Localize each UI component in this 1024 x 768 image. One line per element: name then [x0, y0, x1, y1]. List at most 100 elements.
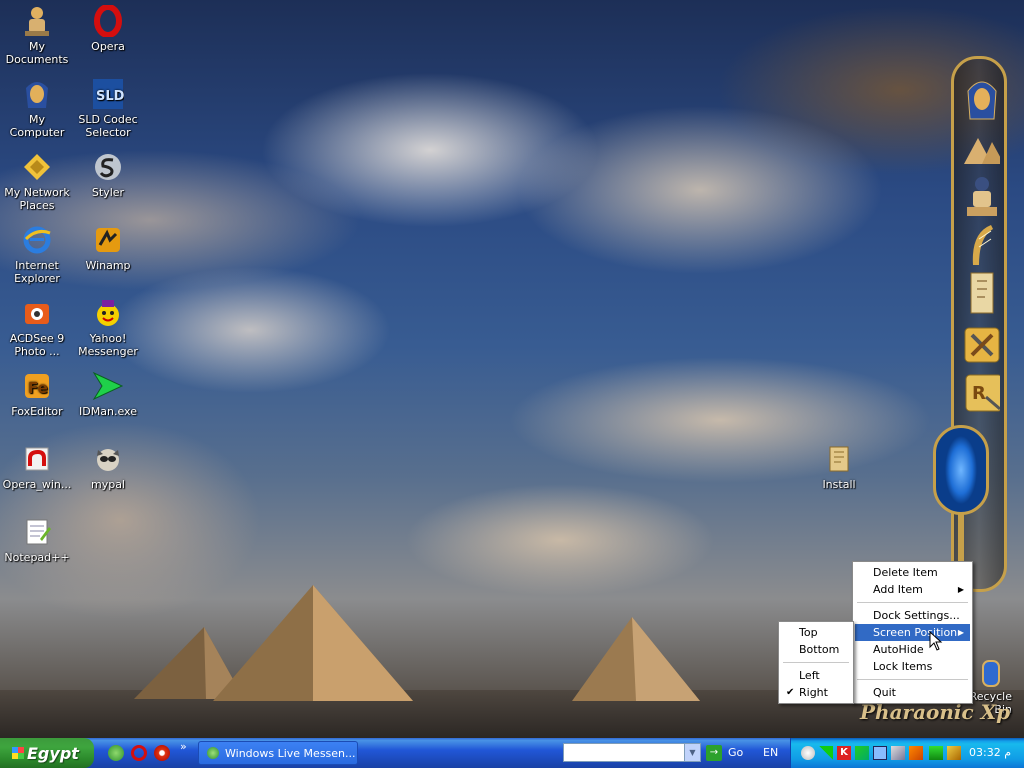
system-tray: K 03:32 م: [790, 738, 1024, 768]
icon-label: SLD Codec Selector: [78, 113, 138, 139]
checkmark-icon: ✔: [786, 687, 795, 698]
yahoo-icon: [91, 296, 125, 330]
windows-flag-icon: [12, 747, 24, 759]
go-label: Go: [728, 746, 744, 759]
icon-label: Internet Explorer: [14, 259, 60, 285]
start-label: Egypt: [27, 743, 79, 763]
task-label: Windows Live Messen...: [225, 746, 356, 760]
menu-item-dock-settings[interactable]: Dock Settings...: [855, 607, 970, 624]
install-icon: [822, 442, 856, 476]
tray-battery-icon[interactable]: [929, 746, 943, 760]
menu-label: Lock Items: [873, 660, 933, 673]
acdsee-desktop-icon[interactable]: ACDSee 9 Photo ...: [0, 296, 74, 358]
menu-label: Top: [799, 626, 818, 639]
quick-launch-overflow-icon[interactable]: »: [180, 740, 187, 753]
styler-desktop-icon[interactable]: Styler: [71, 150, 145, 199]
submenu-arrow-icon: ▶: [957, 628, 964, 637]
tray-tools-icon[interactable]: [947, 746, 961, 760]
address-dropdown-button[interactable]: ▼: [684, 744, 700, 761]
dock-pharaoh-mask-icon[interactable]: [964, 79, 1000, 120]
winamp-icon: [91, 223, 125, 257]
menu-label: AutoHide: [873, 643, 924, 656]
idman-desktop-icon[interactable]: IDMan.exe: [71, 369, 145, 418]
dock-papyrus-icon[interactable]: [964, 272, 1000, 314]
svg-text:Fe: Fe: [28, 379, 48, 397]
quick-launch-messenger-icon[interactable]: [108, 745, 124, 761]
menu-item-add-item[interactable]: Add Item ▶: [855, 581, 970, 598]
language-indicator[interactable]: EN: [763, 746, 778, 759]
tray-play-icon[interactable]: [819, 746, 833, 760]
dock-scribe-icon[interactable]: [964, 177, 1000, 217]
address-bar-input[interactable]: ▼: [563, 743, 701, 762]
mouse-cursor-icon: [929, 631, 943, 651]
dock-pyramids-icon[interactable]: [964, 131, 1000, 171]
screen-position-submenu: Top Bottom Left ✔ Right: [778, 621, 854, 704]
opera-desktop-icon[interactable]: Opera: [71, 4, 145, 53]
messenger-icon: [207, 747, 219, 759]
opera-installer-icon: [20, 442, 54, 476]
menu-item-autohide[interactable]: AutoHide: [855, 641, 970, 658]
foxeditor-desktop-icon[interactable]: Fe FoxEditor: [0, 369, 74, 418]
my-network-places-icon[interactable]: My Network Places: [0, 150, 74, 212]
quick-launch-opera-icon[interactable]: [131, 745, 147, 761]
notepad-plus-desktop-icon[interactable]: Notepad++: [0, 515, 74, 564]
tray-network-icon[interactable]: [873, 746, 887, 760]
pyramid-center: [213, 585, 413, 701]
mypal-desktop-icon[interactable]: mypal: [71, 442, 145, 491]
start-button[interactable]: Egypt: [0, 738, 94, 768]
internet-explorer-icon[interactable]: Internet Explorer: [0, 223, 74, 285]
notepad-icon: [20, 515, 54, 549]
yahoo-messenger-icon[interactable]: Yahoo! Messenger: [71, 296, 145, 358]
winamp-desktop-icon[interactable]: Winamp: [71, 223, 145, 272]
submenu-item-left[interactable]: Left: [781, 667, 851, 684]
menu-separator: [857, 602, 968, 603]
submenu-item-top[interactable]: Top: [781, 624, 851, 641]
menu-label: Left: [799, 669, 820, 682]
menu-label: Bottom: [799, 643, 840, 656]
dock-cartouche-icon[interactable]: [933, 425, 989, 515]
clock[interactable]: 03:32 م: [969, 746, 1011, 759]
menu-item-lock-items[interactable]: Lock Items: [855, 658, 970, 675]
menu-item-delete-item[interactable]: Delete Item: [855, 564, 970, 581]
icon-label: IDMan.exe: [79, 405, 137, 418]
go-arrow-icon: →: [706, 744, 722, 761]
tray-idm-icon[interactable]: [855, 746, 869, 760]
acdsee-icon: [20, 296, 54, 330]
dock-context-menu: Delete Item Add Item ▶ Dock Settings... S…: [852, 561, 973, 704]
menu-separator: [857, 679, 968, 680]
dock-harp-icon[interactable]: [964, 225, 1000, 265]
ie-icon: [20, 223, 54, 257]
recycle-bin-icon: [980, 658, 1002, 688]
install-desktop-icon[interactable]: Install: [802, 442, 876, 491]
tray-messenger-icon[interactable]: [801, 746, 815, 760]
dock-r-tools-icon[interactable]: R: [964, 373, 1000, 413]
submenu-item-right[interactable]: ✔ Right: [781, 684, 851, 701]
pharaoh-mask-icon: [20, 77, 54, 111]
idman-icon: [91, 369, 125, 403]
foxeditor-icon: Fe: [20, 369, 54, 403]
icon-label: Winamp: [85, 259, 131, 272]
icon-label: mypal: [90, 478, 125, 491]
my-documents-icon[interactable]: My Documents: [0, 4, 74, 66]
sld-codec-icon[interactable]: SLD SLD Codec Selector: [71, 77, 145, 139]
taskbar-button-windows-live-messenger[interactable]: Windows Live Messen...: [198, 741, 358, 765]
menu-item-screen-position[interactable]: Screen Position ▶: [855, 624, 970, 641]
icon-label: Styler: [91, 186, 125, 199]
menu-label: Dock Settings...: [873, 609, 960, 622]
menu-item-quit[interactable]: Quit: [855, 684, 970, 701]
go-button[interactable]: → Go: [706, 743, 756, 762]
icon-label: Install: [822, 478, 856, 491]
icon-label: FoxEditor: [11, 405, 63, 418]
menu-label: Add Item: [873, 583, 923, 596]
tray-orange-icon[interactable]: [909, 746, 923, 760]
dock-tools-icon[interactable]: [964, 325, 1000, 365]
my-computer-icon[interactable]: My Computer: [0, 77, 74, 139]
icon-label: Yahoo! Messenger: [78, 332, 138, 358]
opera-installer-desktop-icon[interactable]: Opera_win...: [0, 442, 74, 491]
menu-separator: [783, 662, 849, 663]
tray-tool-icon[interactable]: [891, 746, 905, 760]
submenu-item-bottom[interactable]: Bottom: [781, 641, 851, 658]
tray-k-icon[interactable]: K: [837, 746, 851, 760]
submenu-arrow-icon: ▶: [957, 585, 964, 594]
quick-launch-stop-icon[interactable]: [154, 745, 170, 761]
